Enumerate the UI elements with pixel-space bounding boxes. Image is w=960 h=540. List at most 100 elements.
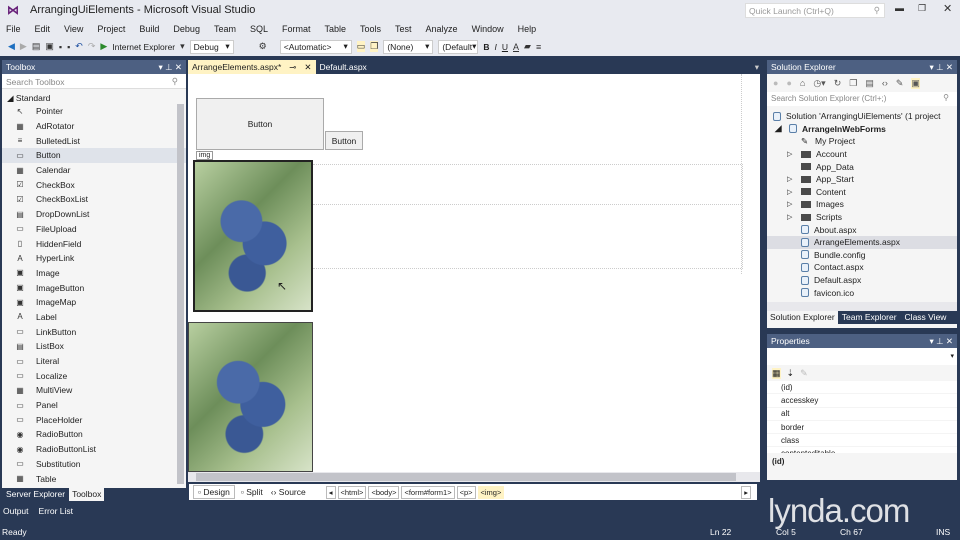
object-select[interactable]: ▾: [767, 348, 957, 365]
browser-select[interactable]: Internet Explorer: [112, 42, 175, 52]
crumb-body[interactable]: <body>: [368, 485, 400, 499]
toolbox-item-fileupload[interactable]: ▭ FileUpload: [2, 222, 186, 237]
design-hscrollbar[interactable]: [188, 472, 760, 482]
start-icon[interactable]: ▶: [100, 41, 107, 52]
collapse-all-icon[interactable]: ❐: [849, 78, 857, 89]
se-hscrollbar[interactable]: [767, 302, 957, 311]
tab-error-list[interactable]: Error List: [39, 506, 73, 516]
underline-button[interactable]: U: [502, 42, 508, 52]
toolbox-item-substitution[interactable]: ▭ Substitution: [2, 457, 186, 472]
menu-edit[interactable]: Edit: [35, 24, 51, 34]
menu-test[interactable]: Test: [395, 24, 412, 34]
toolbox-item-adrotator[interactable]: ▦ AdRotator: [2, 119, 186, 134]
history-icon[interactable]: ◷▾: [813, 78, 825, 89]
property-row[interactable]: alt: [767, 408, 957, 421]
font-select[interactable]: (Default ▾: [438, 39, 479, 54]
toolbox-item-checkbox[interactable]: ☑ CheckBox: [2, 177, 186, 192]
toolbox-item-hyperlink[interactable]: A HyperLink: [2, 251, 186, 266]
toolbox-item-multiview[interactable]: ▦ MultiView: [2, 383, 186, 398]
tab-output[interactable]: Output: [3, 506, 29, 516]
se-item-bundle-config[interactable]: Bundle.config: [767, 249, 957, 262]
toolbox-item-localize[interactable]: ▭ Localize: [2, 368, 186, 383]
quick-launch-input[interactable]: Quick Launch (Ctrl+Q) ⚲: [745, 3, 885, 18]
toolbox-search[interactable]: Search Toolbox ⚲: [2, 74, 186, 89]
toolbox-item-radiobutton[interactable]: ◉ RadioButton: [2, 427, 186, 442]
minimize-icon[interactable]: ▬: [895, 3, 904, 13]
home-icon[interactable]: ⌂: [800, 78, 805, 88]
menu-analyze[interactable]: Analyze: [426, 24, 458, 34]
config-select[interactable]: Debug ▾: [189, 39, 234, 54]
toolbox-item-radiobuttonlist[interactable]: ◉ RadioButtonList: [2, 442, 186, 457]
layer-icon[interactable]: ❐: [370, 41, 379, 52]
refresh-icon[interactable]: ↻: [834, 78, 842, 89]
crumb-form[interactable]: <form#form1>: [401, 485, 455, 499]
large-button[interactable]: Button: [196, 98, 324, 150]
style-select[interactable]: (None) ▾: [383, 39, 434, 54]
restore-icon[interactable]: ❐: [918, 3, 926, 14]
background-color-icon[interactable]: ▰: [524, 41, 531, 52]
small-button[interactable]: Button: [325, 131, 363, 150]
se-item-content[interactable]: ▷ Content: [767, 186, 957, 199]
new-project-icon[interactable]: ▤: [32, 41, 41, 52]
se-search[interactable]: Search Solution Explorer (Ctrl+;) ⚲: [767, 92, 957, 106]
back-icon[interactable]: ●: [773, 78, 778, 88]
menu-window[interactable]: Window: [472, 24, 504, 34]
menu-debug[interactable]: Debug: [173, 24, 200, 34]
menu-tools[interactable]: Tools: [360, 24, 381, 34]
design-surface[interactable]: Button Button img ↖: [188, 74, 760, 472]
menu-view[interactable]: View: [64, 24, 83, 34]
forward-icon[interactable]: ▶: [20, 41, 27, 52]
se-item-app-data[interactable]: App_Data: [767, 160, 957, 173]
property-row[interactable]: border: [767, 421, 957, 435]
tab-team-explorer[interactable]: Team Explorer: [838, 311, 901, 324]
toolbox-item-checkboxlist[interactable]: ☑ CheckBoxList: [2, 192, 186, 207]
close-icon[interactable]: ✕: [943, 2, 952, 15]
chevron-down-icon[interactable]: ▾: [180, 41, 185, 52]
expand-icon[interactable]: ▷: [787, 150, 801, 158]
toolbox-group-standard[interactable]: ◢ Standard: [2, 89, 186, 104]
grapes-image[interactable]: [188, 322, 313, 472]
toolbox-item-hiddenfield[interactable]: ▯ HiddenField: [2, 236, 186, 251]
se-item-my-project[interactable]: ✎ My Project: [767, 135, 957, 148]
close-tab-icon[interactable]: ✕: [304, 62, 311, 72]
toolbox-item-placeholder[interactable]: ▭ PlaceHolder: [2, 412, 186, 427]
italic-button[interactable]: I: [494, 42, 496, 52]
property-row[interactable]: accesskey: [767, 394, 957, 408]
open-icon[interactable]: ▣: [45, 41, 54, 52]
property-row[interactable]: class: [767, 434, 957, 448]
pin-icon[interactable]: ▾ ⊥ ✕: [929, 62, 953, 73]
menu-team[interactable]: Team: [214, 24, 236, 34]
solution-node[interactable]: Solution 'ArrangingUiElements' (1 projec…: [767, 110, 957, 123]
tab-solution-explorer[interactable]: Solution Explorer: [767, 311, 838, 324]
toolbox-item-pointer[interactable]: ↖ Pointer: [2, 104, 186, 119]
target-select[interactable]: <Automatic> ▾: [279, 39, 352, 54]
menu-build[interactable]: Build: [139, 24, 159, 34]
tab-server-explorer[interactable]: Server Explorer: [2, 488, 69, 501]
crumb-p[interactable]: <p>: [456, 485, 476, 499]
grapes-image-selected[interactable]: [193, 160, 313, 312]
source-view-button[interactable]: ‹› Source: [271, 487, 306, 497]
toolbox-item-listbox[interactable]: ▤ ListBox: [2, 339, 186, 354]
design-view-button[interactable]: ▫ Design: [193, 485, 235, 499]
toolbox-item-label[interactable]: A Label: [2, 310, 186, 325]
toolbox-item-literal[interactable]: ▭ Literal: [2, 354, 186, 369]
tab-arrange-elements[interactable]: ArrangeElements.aspx* ⊸ ✕: [188, 60, 316, 74]
menu-project[interactable]: Project: [97, 24, 125, 34]
redo-icon[interactable]: ↷: [88, 41, 96, 52]
crumb-left-icon[interactable]: ◂: [325, 485, 336, 499]
tab-class-view[interactable]: Class View: [901, 311, 951, 324]
pin-icon[interactable]: ▾ ⊥ ✕: [929, 336, 953, 347]
se-item-favicon-ico[interactable]: favicon.ico: [767, 286, 957, 299]
toolbox-scrollbar[interactable]: [177, 104, 184, 484]
toolbox-item-image[interactable]: ▣ Image: [2, 266, 186, 281]
font-color-icon[interactable]: A: [513, 42, 519, 52]
se-item-app-start[interactable]: ▷ App_Start: [767, 173, 957, 186]
crumb-right-icon[interactable]: ▸: [741, 485, 751, 499]
properties-icon[interactable]: ✎: [896, 78, 904, 89]
save-icon[interactable]: ▪: [59, 42, 62, 52]
expand-icon[interactable]: ▷: [787, 188, 801, 196]
crumb-img[interactable]: <img>: [477, 485, 505, 499]
tab-overflow-icon[interactable]: ▾: [755, 62, 759, 73]
align-icon[interactable]: ≡: [536, 42, 541, 52]
se-item-contact-aspx[interactable]: Contact.aspx: [767, 261, 957, 274]
